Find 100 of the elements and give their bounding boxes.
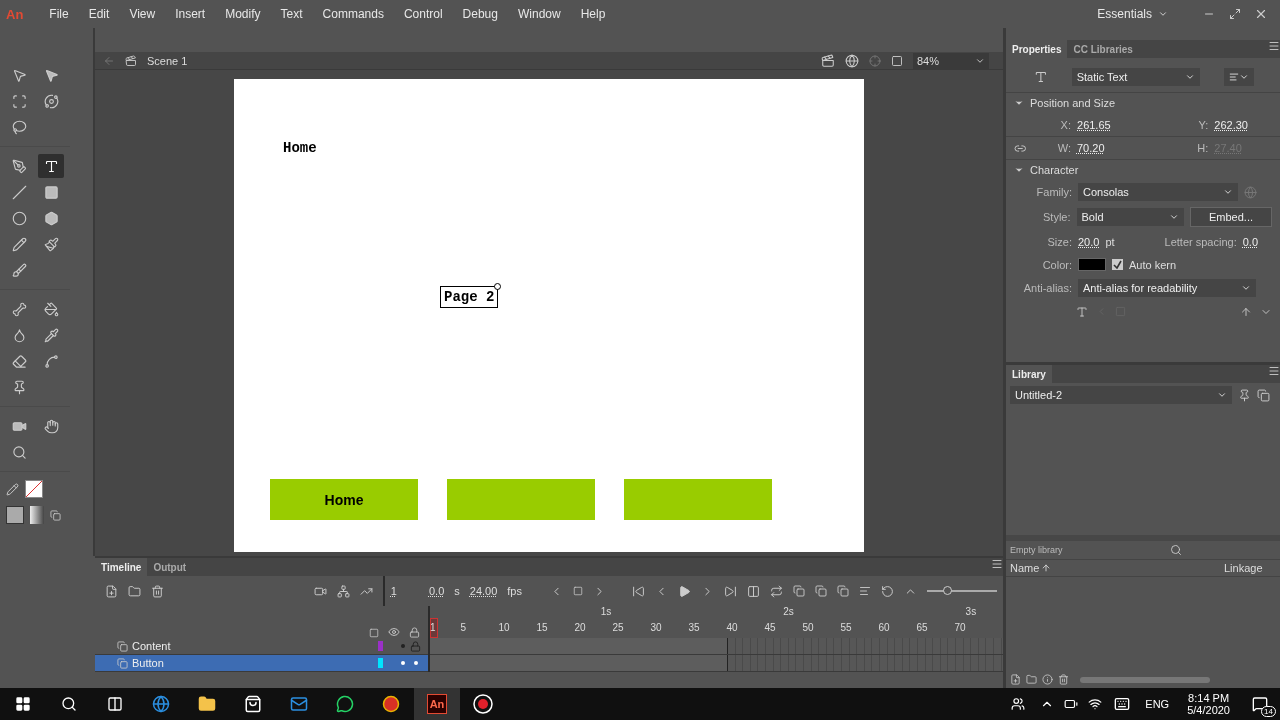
value-field[interactable]: 0.0 — [1242, 235, 1258, 248]
menu-item[interactable]: Help — [570, 7, 616, 21]
menu-item[interactable]: Commands — [312, 7, 394, 21]
frame-number[interactable]: 1 — [390, 585, 397, 597]
skip-forward-icon — [724, 584, 737, 598]
menu-item[interactable]: File — [39, 7, 79, 21]
unit-label: pt — [1105, 235, 1115, 248]
font-family-dropdown[interactable]: Consolas — [1078, 183, 1238, 201]
checkbox[interactable] — [1112, 259, 1123, 270]
frame-number-label: 50 — [802, 622, 814, 633]
loop-icon — [770, 584, 783, 598]
font-style-dropdown[interactable]: Bold — [1076, 208, 1184, 226]
gradient-swatch-icon[interactable] — [30, 506, 44, 524]
chat-bubble-icon — [336, 695, 354, 713]
menu-item[interactable]: Window — [507, 7, 571, 21]
menu-item[interactable]: Modify — [215, 7, 271, 21]
eraser-icon — [11, 353, 27, 369]
lock-icon — [409, 627, 420, 638]
frame-number-label: 65 — [916, 622, 928, 633]
scene-label[interactable]: Scene 1 — [147, 54, 188, 67]
chevron-down-icon — [1168, 212, 1179, 222]
value-field[interactable]: 262.30 — [1214, 118, 1272, 131]
taskbar-app-button[interactable]: An — [414, 688, 460, 720]
pin-icon — [11, 379, 27, 395]
field-label: Color: — [1041, 258, 1072, 271]
task-view-icon — [107, 696, 123, 712]
value-field[interactable]: 261.65 — [1077, 118, 1135, 131]
column-header[interactable]: Name — [1010, 562, 1224, 574]
panel-tab[interactable]: Output — [147, 558, 193, 576]
workspace-switcher[interactable]: Essentials — [1097, 7, 1168, 21]
info-icon — [1042, 674, 1053, 685]
library-status: Empty library — [1010, 545, 1064, 555]
section-title[interactable]: Position and Size — [1030, 97, 1115, 109]
frame-ruler[interactable]: 1 5 10 15 20 25 30 35 40 45 50 55 60 65 70 — [430, 618, 1003, 638]
orientation-dropdown[interactable] — [1224, 68, 1254, 86]
language-indicator[interactable]: ENG — [1137, 698, 1178, 710]
new-layer-icon — [105, 584, 118, 598]
notification-button[interactable]: 14 — [1240, 690, 1280, 718]
menu-item[interactable]: Control — [393, 7, 453, 21]
resize-handle[interactable] — [494, 283, 502, 290]
slider-thumb[interactable] — [943, 586, 952, 595]
frame-number-label: 70 — [954, 622, 966, 633]
time-readout[interactable]: 0.0 — [429, 585, 445, 597]
panel-menu-icon — [991, 558, 1003, 570]
frame-number-label: 5 — [460, 622, 466, 633]
dot-icon — [401, 661, 405, 665]
field-label: Size: — [1046, 235, 1072, 248]
text-type-dropdown[interactable]: Static Text — [1071, 68, 1200, 86]
value-field[interactable]: 20.0 — [1078, 235, 1100, 248]
scene-icon — [125, 54, 137, 67]
time-unit: s — [454, 585, 460, 597]
hierarchy-icon — [336, 584, 350, 598]
orbit-icon — [43, 93, 59, 109]
column-header[interactable]: Linkage — [1224, 562, 1276, 574]
fps-readout[interactable]: 24.00 — [469, 585, 498, 597]
value-field[interactable]: 70.20 — [1077, 142, 1135, 154]
playhead[interactable] — [430, 618, 438, 638]
field-label: Family: — [1035, 186, 1072, 198]
globe-icon — [152, 695, 170, 713]
menu-item[interactable]: Debug — [452, 7, 508, 21]
eye-icon — [388, 626, 400, 638]
stage-text[interactable]: Page 2 — [440, 286, 499, 308]
fill-color-swatch-icon[interactable] — [6, 506, 24, 524]
tool-button[interactable] — [38, 154, 64, 178]
back-arrow-icon — [103, 54, 115, 67]
panel-tab[interactable]: Properties — [1006, 40, 1068, 58]
panel-tab[interactable]: Timeline — [95, 558, 148, 576]
anti-alias-dropdown[interactable]: Anti-alias for readability — [1078, 279, 1256, 297]
menu-item[interactable]: Edit — [78, 7, 120, 21]
stop-icon — [573, 586, 583, 596]
clock[interactable]: 8:14 PM 5/4/2020 — [1177, 692, 1240, 716]
frame-number-label: 45 — [764, 622, 776, 633]
field-label: Y: — [1197, 118, 1209, 131]
color-swatch[interactable] — [1078, 258, 1106, 271]
menu-item[interactable]: Insert — [165, 7, 216, 21]
trash-icon — [1058, 674, 1069, 685]
center-frame-icon — [747, 584, 760, 598]
stage-text[interactable]: Home — [279, 137, 321, 159]
layer-row[interactable]: Button — [95, 655, 428, 672]
outline-column-icon — [369, 628, 379, 638]
panel-tab[interactable]: CC Libraries — [1067, 40, 1139, 58]
library-document-dropdown[interactable]: Untitled-2 — [1010, 386, 1232, 404]
menu-item[interactable]: Text — [270, 7, 313, 21]
scrollbar[interactable] — [1080, 676, 1210, 683]
section-title[interactable]: Character — [1030, 164, 1079, 176]
embed-button[interactable]: Embed... — [1189, 207, 1272, 227]
pointer-icon — [43, 67, 59, 83]
bag-icon — [244, 695, 262, 713]
frame-number-label: 20 — [574, 622, 586, 633]
zoom-field[interactable]: 84% — [913, 52, 989, 69]
menu-item[interactable]: View — [119, 7, 166, 21]
layer-row[interactable]: Content — [95, 638, 428, 655]
rectangle-icon — [43, 184, 59, 200]
lines-icon — [1229, 72, 1239, 82]
transform-icon — [11, 93, 27, 109]
dot-icon[interactable] — [413, 661, 418, 665]
onion-skin-icon — [793, 585, 805, 597]
no-color-swatch-icon[interactable] — [25, 480, 43, 498]
panel-tab[interactable]: Library — [1006, 365, 1052, 383]
panel-menu-icon — [1268, 365, 1280, 377]
